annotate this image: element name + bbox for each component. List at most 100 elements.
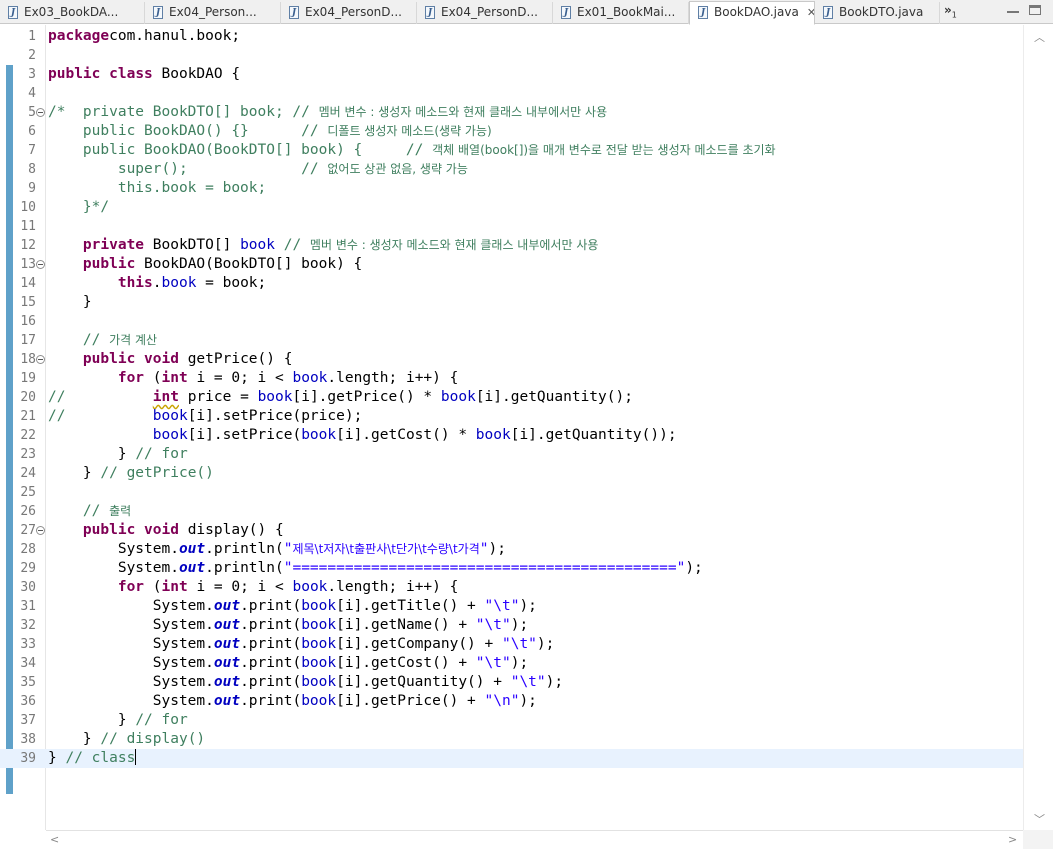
code-line[interactable]: 20 // int price = book[i].getPrice() * bo… [0, 388, 1023, 407]
code-line[interactable]: 17 // 가격 계산 [0, 331, 1023, 350]
code-line[interactable]: 14 this.book = book; [0, 274, 1023, 293]
code-text[interactable]: public BookDAO(BookDTO[] book) { [48, 255, 362, 274]
code-text[interactable]: book[i].setPrice(book[i].getCost() * boo… [48, 426, 677, 445]
code-line[interactable]: 21 // book[i].setPrice(price); [0, 407, 1023, 426]
code-text[interactable]: } // display() [48, 730, 205, 749]
code-line[interactable]: 10 }*/ [0, 198, 1023, 217]
code-line[interactable]: 15 } [0, 293, 1023, 312]
code-text[interactable]: super(); // 없어도 상관 없음, 생략 가능 [48, 160, 468, 179]
code-line[interactable]: 6 public BookDAO() {} // 디폴트 생성자 메소드(생략 … [0, 122, 1023, 141]
code-text[interactable]: System.out.print(book[i].getTitle() + "\… [48, 597, 537, 616]
editor-tab[interactable]: J Ex04_PersonD... [281, 2, 417, 24]
code-text[interactable]: // int price = book[i].getPrice() * book… [48, 388, 633, 407]
minimize-icon[interactable] [1007, 5, 1019, 13]
code-lines[interactable]: 1 packagecom.hanul.book; 2 3 public class Bo… [0, 27, 1023, 768]
code-line[interactable]: 31 System.out.print(book[i].getTitle() +… [0, 597, 1023, 616]
code-line[interactable]: 30 for (int i = 0; i < book.length; i++)… [0, 578, 1023, 597]
code-line[interactable]: 7 public BookDAO(BookDTO[] book) { // 객체… [0, 141, 1023, 160]
scroll-up-icon[interactable]: ︿ [1034, 29, 1045, 45]
code-text[interactable]: for (int i = 0; i < book.length; i++) { [48, 369, 459, 388]
editor-tab[interactable]: J Ex04_Person... [145, 2, 281, 24]
fold-collapse-icon[interactable] [36, 526, 45, 535]
code-text[interactable]: public BookDAO() {} // 디폴트 생성자 메소드(생략 가능… [48, 122, 492, 141]
code-line[interactable]: 13 public BookDAO(BookDTO[] book) { [0, 255, 1023, 274]
code-line[interactable]: 2 [0, 46, 1023, 65]
code-text[interactable]: public void getPrice() { [48, 350, 293, 369]
code-text[interactable]: System.out.print(book[i].getQuantity() +… [48, 673, 563, 692]
code-line[interactable]: 4 [0, 84, 1023, 103]
code-token: book [301, 617, 337, 633]
code-text[interactable]: packagecom.hanul.book; [48, 27, 240, 46]
code-text[interactable]: System.out.println("====================… [48, 559, 703, 578]
code-text[interactable]: System.out.print(book[i].getPrice() + "\… [48, 692, 537, 711]
scroll-left-icon[interactable]: < [50, 833, 59, 846]
code-line[interactable]: 24 } // getPrice() [0, 464, 1023, 483]
code-text[interactable]: }*/ [48, 198, 109, 217]
fold-collapse-icon[interactable] [36, 108, 45, 117]
editor-tab[interactable]: J Ex04_PersonD... [417, 2, 553, 24]
code-text[interactable]: } // class [48, 749, 137, 768]
scroll-down-icon[interactable]: ﹀ [1034, 811, 1045, 827]
code-line[interactable]: 38 } // display() [0, 730, 1023, 749]
scroll-right-icon[interactable]: > [1008, 833, 1017, 846]
code-line[interactable]: 12 private BookDTO[] book // 멤버 변수 : 생성자… [0, 236, 1023, 255]
code-line[interactable]: 27 public void display() { [0, 521, 1023, 540]
fold-collapse-icon[interactable] [36, 260, 45, 269]
code-text[interactable]: public class BookDAO { [48, 65, 240, 84]
code-text[interactable]: for (int i = 0; i < book.length; i++) { [48, 578, 459, 597]
code-line[interactable]: 5 /* private BookDTO[] book; // 멤버 변수 : 생… [0, 103, 1023, 122]
code-line[interactable]: 36 System.out.print(book[i].getPrice() +… [0, 692, 1023, 711]
code-line[interactable]: 32 System.out.print(book[i].getName() + … [0, 616, 1023, 635]
code-line[interactable]: 25 [0, 483, 1023, 502]
editor-tab[interactable]: J Ex01_BookMai... [553, 2, 689, 24]
code-line[interactable]: 26 // 출력 [0, 502, 1023, 521]
code-line[interactable]: 33 System.out.print(book[i].getCompany()… [0, 635, 1023, 654]
editor-tab[interactable]: J Ex03_BookDA... [0, 2, 145, 24]
close-icon[interactable]: ✕ [807, 3, 814, 23]
code-line[interactable]: 18 public void getPrice() { [0, 350, 1023, 369]
code-text[interactable]: System.out.println("제목\t저자\t출판사\t단가\t수량\… [48, 540, 506, 559]
code-text[interactable]: } // getPrice() [48, 464, 214, 483]
code-line[interactable]: 19 for (int i = 0; i < book.length; i++)… [0, 369, 1023, 388]
code-text[interactable]: System.out.print(book[i].getName() + "\t… [48, 616, 528, 635]
maximize-icon[interactable] [1029, 5, 1041, 15]
code-line[interactable]: 35 System.out.print(book[i].getQuantity(… [0, 673, 1023, 692]
code-line[interactable]: 16 [0, 312, 1023, 331]
code-line[interactable]: 8 super(); // 없어도 상관 없음, 생략 가능 [0, 160, 1023, 179]
horizontal-scrollbar[interactable]: < > [46, 830, 1023, 849]
code-line[interactable]: 39} // class [0, 749, 1023, 768]
code-text[interactable]: /* private BookDTO[] book; // 멤버 변수 : 생성… [48, 103, 607, 122]
code-text[interactable]: this.book = book; [48, 274, 266, 293]
code-line[interactable]: 34 System.out.print(book[i].getCost() + … [0, 654, 1023, 673]
code-line[interactable]: 22 book[i].setPrice(book[i].getCost() * … [0, 426, 1023, 445]
tab-overflow-button[interactable]: »1 [944, 3, 957, 19]
code-token: [i].getCompany() + [336, 636, 502, 652]
code-text[interactable]: public BookDAO(BookDTO[] book) { // 객체 배… [48, 141, 776, 160]
code-line[interactable]: 28 System.out.println("제목\t저자\t출판사\t단가\t… [0, 540, 1023, 559]
code-text[interactable]: } [48, 293, 92, 312]
code-line[interactable]: 23 } // for [0, 445, 1023, 464]
code-line[interactable]: 3 public class BookDAO { [0, 65, 1023, 84]
vertical-scrollbar[interactable]: ︿ ﹀ [1023, 25, 1053, 830]
code-token: book [301, 598, 337, 614]
code-line[interactable]: 1 packagecom.hanul.book; [0, 27, 1023, 46]
code-text[interactable]: public void display() { [48, 521, 284, 540]
code-text[interactable]: } // for [48, 445, 188, 464]
code-text[interactable]: System.out.print(book[i].getCost() + "\t… [48, 654, 528, 673]
editor-tab[interactable]: J BookDTO.java [815, 2, 940, 24]
code-text[interactable]: System.out.print(book[i].getCompany() + … [48, 635, 555, 654]
code-line[interactable]: 9 this.book = book; [0, 179, 1023, 198]
code-editor[interactable]: 1 packagecom.hanul.book; 2 3 public class Bo… [0, 25, 1053, 849]
code-text[interactable]: } // for [48, 711, 188, 730]
code-text[interactable]: // book[i].setPrice(price); [48, 407, 362, 426]
fold-collapse-icon[interactable] [36, 355, 45, 364]
code-text[interactable]: // 가격 계산 [48, 331, 157, 350]
code-line[interactable]: 29 System.out.println("=================… [0, 559, 1023, 578]
code-line[interactable]: 11 [0, 217, 1023, 236]
code-text[interactable]: // 출력 [48, 502, 131, 521]
code-text[interactable]: this.book = book; [48, 179, 266, 198]
editor-tab[interactable]: J BookDAO.java ✕ [689, 1, 815, 25]
code-text[interactable]: private BookDTO[] book // 멤버 변수 : 생성자 메소… [48, 236, 598, 255]
code-line[interactable]: 37 } // for [0, 711, 1023, 730]
